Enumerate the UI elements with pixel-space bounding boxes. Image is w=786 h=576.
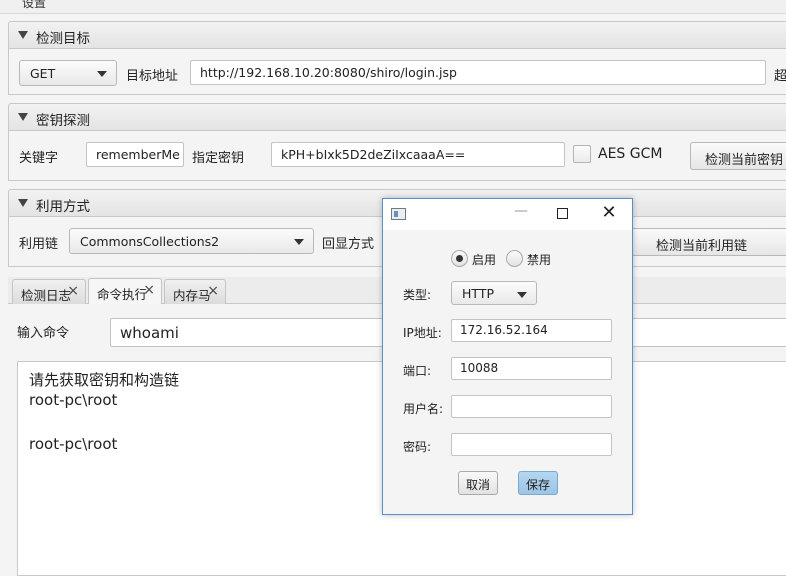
chain-select[interactable]: CommonsCollections2 [69, 228, 314, 254]
menu-bar: 设置 [0, 0, 786, 14]
menu-settings[interactable]: 设置 [22, 0, 46, 11]
command-value: whoami [120, 324, 179, 342]
url-value: http://192.168.10.20:8080/shiro/login.js… [200, 65, 457, 80]
tab-command-exec[interactable]: 命令执行 × [88, 278, 162, 304]
enable-radio[interactable] [451, 250, 468, 267]
key-section-header[interactable]: 密钥探测 [8, 103, 786, 131]
output-line: root-pc\root [29, 391, 118, 409]
output-line: root-pc\root [29, 435, 118, 453]
close-icon[interactable]: × [143, 282, 155, 298]
collapse-triangle-icon [18, 113, 28, 121]
key-input[interactable]: kPH+bIxk5D2deZiIxcaaaA== [271, 142, 565, 167]
target-section-header[interactable]: 检测目标 [8, 21, 786, 49]
disable-label: 禁用 [527, 253, 552, 267]
key-section-title: 密钥探测 [36, 113, 90, 129]
save-button[interactable]: 保存 [518, 471, 558, 495]
close-icon[interactable]: × [67, 283, 79, 299]
username-input[interactable] [451, 395, 612, 418]
chevron-down-icon [517, 292, 527, 298]
check-chain-button[interactable]: 检测当前利用链 [630, 228, 786, 256]
ip-input[interactable]: 172.16.52.164 [451, 319, 612, 342]
tab-memshell[interactable]: 内存马 × [164, 279, 226, 304]
password-label: 密码: [403, 440, 432, 454]
chain-value: CommonsCollections2 [80, 234, 220, 249]
keyword-input[interactable]: rememberMe [86, 142, 184, 167]
chain-label: 利用链 [19, 237, 59, 252]
key-label: 指定密钥 [192, 151, 245, 166]
url-label: 目标地址 [126, 69, 179, 84]
keyword-label: 关键字 [19, 151, 59, 166]
close-icon[interactable]: ✕ [601, 202, 617, 223]
echo-label: 回显方式 [322, 237, 375, 252]
window-app-icon [391, 208, 406, 220]
port-label: 端口: [403, 364, 432, 378]
command-input-label: 输入命令 [17, 326, 70, 341]
port-value: 10088 [460, 361, 499, 375]
method-select[interactable]: GET [19, 60, 117, 86]
cancel-button[interactable]: 取消 [458, 471, 498, 495]
keyword-value: rememberMe [96, 147, 180, 162]
password-input[interactable] [451, 433, 612, 456]
collapse-triangle-icon [18, 199, 28, 207]
ip-label: IP地址: [403, 326, 442, 340]
proxy-settings-dialog: — ✕ 启用 禁用 类型: HTTP IP地址: 172.16.52.164 端… [382, 198, 633, 515]
dialog-titlebar[interactable]: — ✕ [383, 199, 632, 230]
collapse-triangle-icon [18, 31, 28, 39]
chevron-down-icon [294, 239, 304, 245]
close-icon[interactable]: × [207, 283, 219, 299]
output-line: 请先获取密钥和构造链 [29, 371, 180, 389]
port-input[interactable]: 10088 [451, 357, 612, 380]
disable-radio[interactable] [506, 250, 523, 267]
maximize-icon[interactable] [557, 208, 568, 219]
aes-gcm-label: AES GCM [598, 146, 663, 162]
check-key-button[interactable]: 检测当前密钥 [690, 142, 786, 170]
url-overflow-label: 超 [774, 69, 786, 84]
type-label: 类型: [403, 288, 432, 302]
key-value: kPH+bIxk5D2deZiIxcaaaA== [281, 147, 466, 162]
proxy-type-value: HTTP [462, 286, 494, 301]
url-input[interactable]: http://192.168.10.20:8080/shiro/login.js… [190, 60, 766, 85]
method-value: GET [30, 66, 56, 81]
chevron-down-icon [97, 71, 107, 77]
aes-gcm-checkbox[interactable] [573, 145, 591, 163]
exploit-section-title: 利用方式 [36, 199, 90, 215]
proxy-type-select[interactable]: HTTP [451, 281, 537, 305]
tab-detect-log[interactable]: 检测日志 × [12, 279, 86, 304]
ip-value: 172.16.52.164 [460, 323, 548, 337]
target-section-title: 检测目标 [36, 31, 90, 47]
minimize-icon[interactable]: — [511, 203, 531, 223]
enable-label: 启用 [472, 253, 497, 267]
username-label: 用户名: [403, 402, 444, 416]
